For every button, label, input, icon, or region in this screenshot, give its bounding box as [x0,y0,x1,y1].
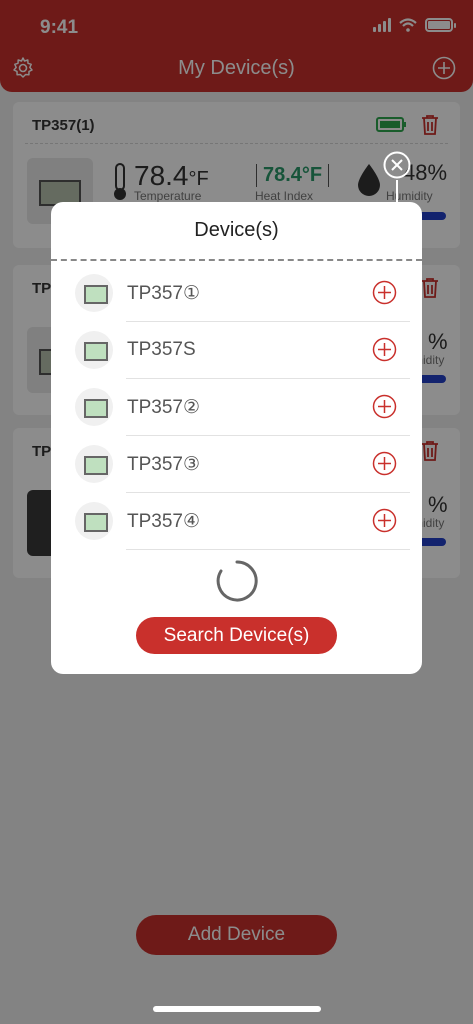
modal-title: Device(s) [194,219,279,241]
device-picker-modal: Device(s) TP357① TP357S TP357② TP357③ TP… [51,202,422,674]
device-thumbnail-icon [75,274,113,312]
device-name: TP357③ [127,454,201,475]
plus-circle-icon[interactable] [372,451,397,476]
modal-divider [51,259,422,261]
device-thumbnail-icon [75,331,113,369]
device-thumbnail-icon [75,502,113,540]
list-item[interactable]: TP357③ [51,436,422,493]
device-name: TP357① [127,283,201,304]
plus-circle-icon[interactable] [372,394,397,419]
device-thumbnail-icon [75,445,113,483]
plus-circle-icon[interactable] [372,280,397,305]
device-name: TP357S [127,339,196,360]
device-name: TP357④ [127,511,201,532]
plus-circle-icon[interactable] [372,337,397,362]
loading-spinner-icon [216,560,258,602]
device-name: TP357② [127,397,201,418]
list-item[interactable]: TP357S [51,322,422,379]
list-item[interactable]: TP357④ [51,493,422,550]
list-item[interactable]: TP357① [51,265,422,322]
device-list: TP357① TP357S TP357② TP357③ TP357④ [51,265,422,550]
home-indicator [153,1006,321,1012]
list-item[interactable]: TP357② [51,379,422,436]
device-thumbnail-icon [75,388,113,426]
close-connector [396,180,398,202]
plus-circle-icon[interactable] [372,508,397,533]
search-devices-button[interactable]: Search Device(s) [136,617,337,654]
close-icon[interactable] [383,151,411,179]
row-divider [126,549,410,550]
